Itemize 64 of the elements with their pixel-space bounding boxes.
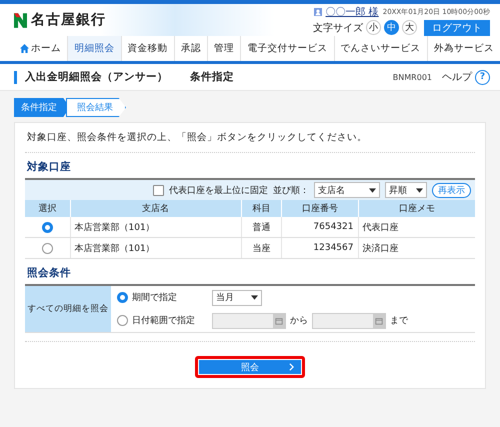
user-name[interactable]: 〇〇一郎 様 — [326, 4, 379, 18]
font-size-button[interactable]: 中 — [384, 20, 399, 35]
font-size-label: 文字サイズ — [313, 22, 363, 34]
sort-label: 並び順： — [273, 184, 309, 196]
page-subtitle: 条件指定 — [190, 70, 234, 84]
option-label: 日付範囲で指定 — [132, 314, 196, 327]
page-title: 入出金明細照会（アンサー） — [25, 70, 168, 84]
column-header: 支店名 — [70, 200, 241, 217]
period-dropdown[interactable]: 当月 — [212, 290, 262, 306]
section-heading: 対象口座 — [26, 160, 72, 175]
from-label: から — [290, 315, 308, 327]
chevron-icon — [289, 363, 294, 371]
table-cell: 7654321 — [282, 217, 358, 238]
calendar-button[interactable] — [273, 314, 285, 328]
table-cell: 1234567 — [282, 238, 358, 258]
date-field[interactable] — [212, 312, 286, 328]
section-heading: 照会条件 — [26, 266, 72, 281]
pin-label: 代表口座を最上位に固定 — [169, 184, 268, 196]
instruction-text: 対象口座、照会条件を選択の上、「照会」ボタンをクリックしてください。 — [25, 123, 475, 153]
radio-button[interactable] — [117, 292, 128, 303]
column-header: 口座番号 — [282, 200, 358, 217]
nav-tab[interactable]: 電子交付サービス — [241, 36, 334, 61]
help-link[interactable]: ヘルプ — [442, 70, 472, 84]
nav-tab[interactable]: 承認 — [174, 36, 208, 61]
table-cell: 本店営業部（101） — [70, 217, 241, 238]
calendar-button[interactable] — [373, 314, 385, 328]
condition-label: すべての明細を照会 — [25, 286, 111, 332]
radio-button[interactable] — [117, 315, 128, 326]
radio-button[interactable] — [42, 242, 53, 254]
refresh-button[interactable]: 再表示 — [432, 182, 471, 198]
bank-name: 名古屋銀行 — [31, 11, 106, 29]
table-cell: 代表口座 — [358, 217, 475, 238]
help-icon[interactable]: ? — [475, 70, 490, 84]
table-cell: 普通 — [241, 217, 282, 238]
nav-tab[interactable]: 管理 — [208, 36, 242, 61]
caret-icon — [369, 188, 376, 192]
radio-button[interactable] — [42, 222, 53, 232]
user-icon — [314, 8, 322, 16]
sort-dropdown[interactable]: 支店名 — [314, 182, 380, 198]
column-header: 科目 — [241, 200, 282, 217]
column-header: 選択 — [25, 200, 70, 217]
logo-icon — [14, 12, 27, 28]
order-dropdown[interactable]: 昇順 — [385, 182, 427, 198]
screen-id: BNMR001 — [392, 72, 432, 82]
logout-button[interactable]: ログアウト — [424, 20, 490, 36]
submit-button[interactable]: 照会 — [195, 356, 305, 378]
nav-tab[interactable]: 明細照会 — [68, 36, 122, 61]
caret-icon — [251, 295, 258, 300]
table-cell: 本店営業部（101） — [70, 238, 241, 258]
caret-icon — [416, 188, 423, 192]
progress-step: 照会結果 — [66, 98, 126, 117]
pin-checkbox[interactable] — [153, 184, 164, 196]
to-label: まで — [390, 315, 408, 327]
home-icon — [20, 44, 30, 53]
font-size-button[interactable]: 小 — [366, 20, 381, 35]
date-field[interactable] — [312, 312, 386, 328]
nav-tab[interactable]: 資金移動 — [122, 36, 175, 61]
table-cell: 当座 — [241, 238, 282, 258]
font-size-button[interactable]: 大 — [402, 20, 417, 35]
option-label: 期間で指定 — [132, 292, 178, 304]
nav-tab[interactable]: 外為サービス — [428, 36, 500, 61]
nav-tab[interactable]: でんさいサービス — [334, 36, 428, 61]
table-cell: 決済口座 — [358, 238, 475, 258]
column-header: 口座メモ — [358, 200, 475, 217]
